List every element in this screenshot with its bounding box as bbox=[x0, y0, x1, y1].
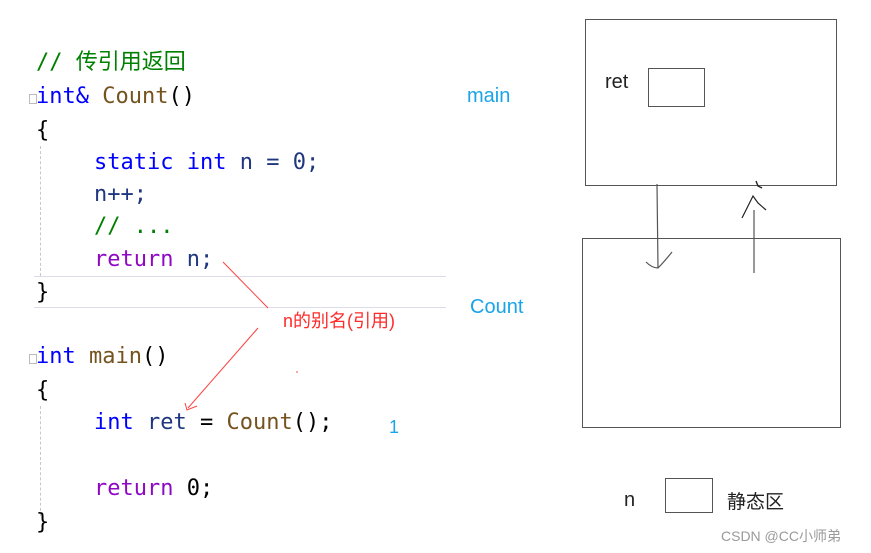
call-arrow-head bbox=[645, 251, 673, 269]
call-arrow-line bbox=[656, 183, 659, 269]
pen-mark bbox=[755, 180, 763, 189]
alias-arrow-line bbox=[187, 327, 259, 409]
stray-dot bbox=[296, 371, 298, 373]
alias-pointer-line bbox=[222, 261, 269, 309]
annotation-strokes bbox=[184, 180, 767, 411]
